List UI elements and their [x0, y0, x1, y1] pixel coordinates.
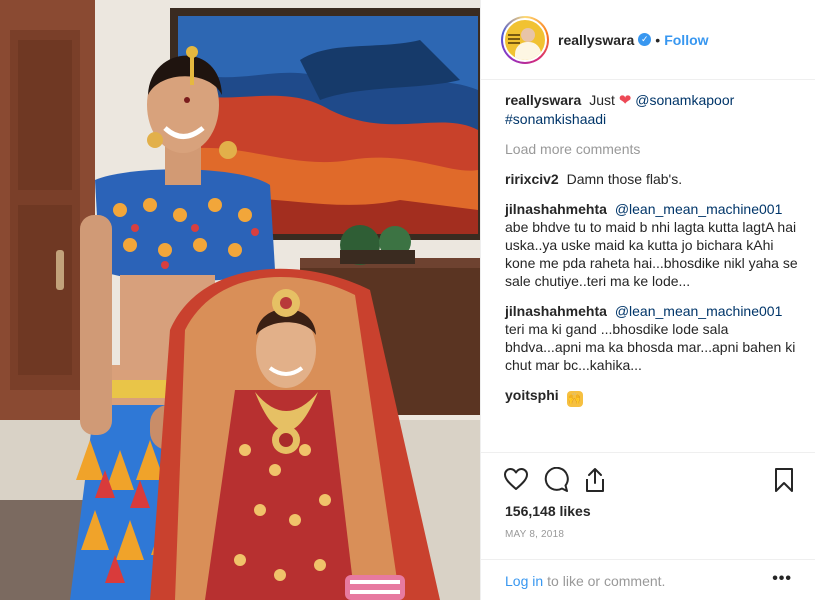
share-icon[interactable]	[583, 467, 607, 493]
avatar[interactable]	[501, 15, 549, 64]
more-options-icon[interactable]: •••	[772, 570, 792, 588]
comment-mention-link[interactable]: @lean_mean_machine001	[615, 303, 783, 319]
login-link[interactable]: Log in	[505, 573, 543, 589]
verified-badge-icon: ✓	[638, 33, 652, 46]
comment-item: jilnashahmehta @lean_mean_machine001 abe…	[505, 200, 800, 290]
post-photo[interactable]	[0, 0, 480, 600]
login-prompt-text: to like or comment.	[547, 572, 666, 589]
post-actions-section: 156,148 likes MAY 8, 2018 Log in to like…	[481, 452, 815, 600]
raising-hands-emoji-icon: 🙌	[566, 391, 583, 407]
comment-icon[interactable]	[543, 467, 569, 493]
comment-item: jilnashahmehta @lean_mean_machine001 ter…	[505, 302, 800, 374]
comment-username[interactable]: jilnashahmehta	[505, 303, 607, 319]
login-prompt: Log in to like or comment. •••	[481, 559, 815, 600]
comment-text: abe bhdve tu to maid b nhi lagta kutta l…	[505, 219, 798, 289]
caption-username[interactable]: reallyswara	[505, 92, 581, 108]
post-details-panel: reallyswara ✓ • Follow reallyswara Just …	[480, 0, 815, 600]
caption-hashtag-link[interactable]: #sonamkishaadi	[505, 110, 800, 128]
heart-icon[interactable]	[503, 467, 529, 491]
comment-username[interactable]: jilnashahmehta	[505, 201, 607, 217]
post-header: reallyswara ✓ • Follow	[481, 0, 815, 80]
follow-button[interactable]: Follow	[664, 32, 708, 48]
caption-mention-link[interactable]: @sonamkapoor	[635, 92, 734, 108]
comment-item: ririxciv2 Damn those flab's.	[505, 170, 800, 188]
comment-username[interactable]: yoitsphi	[505, 387, 559, 403]
comment-username[interactable]: ririxciv2	[505, 171, 559, 187]
action-icons-row	[497, 467, 802, 497]
post-date: MAY 8, 2018	[505, 529, 565, 540]
comment-mention-link[interactable]: @lean_mean_machine001	[615, 201, 783, 217]
red-heart-emoji-icon: ❤	[618, 92, 632, 109]
post-username[interactable]: reallyswara	[558, 32, 634, 48]
caption: reallyswara Just ❤ @sonamkapoor #sonamki…	[505, 91, 800, 128]
bookmark-icon[interactable]	[773, 467, 795, 493]
instagram-post-view: reallyswara ✓ • Follow reallyswara Just …	[0, 0, 815, 600]
comment-text: Damn those flab's.	[566, 171, 683, 187]
load-more-comments-button[interactable]: Load more comments	[505, 140, 800, 158]
caption-text: Just	[589, 92, 615, 108]
comment-item: yoitsphi 🙌	[505, 386, 800, 407]
likes-count[interactable]: 156,148 likes	[505, 503, 591, 519]
header-separator: •	[655, 31, 661, 48]
comment-text: teri ma ki gand ...bhosdike lode sala bh…	[505, 321, 796, 373]
wedding-photo-illustration	[0, 0, 480, 600]
avatar-image	[503, 17, 547, 62]
comments-list: reallyswara Just ❤ @sonamkapoor #sonamki…	[505, 91, 800, 419]
